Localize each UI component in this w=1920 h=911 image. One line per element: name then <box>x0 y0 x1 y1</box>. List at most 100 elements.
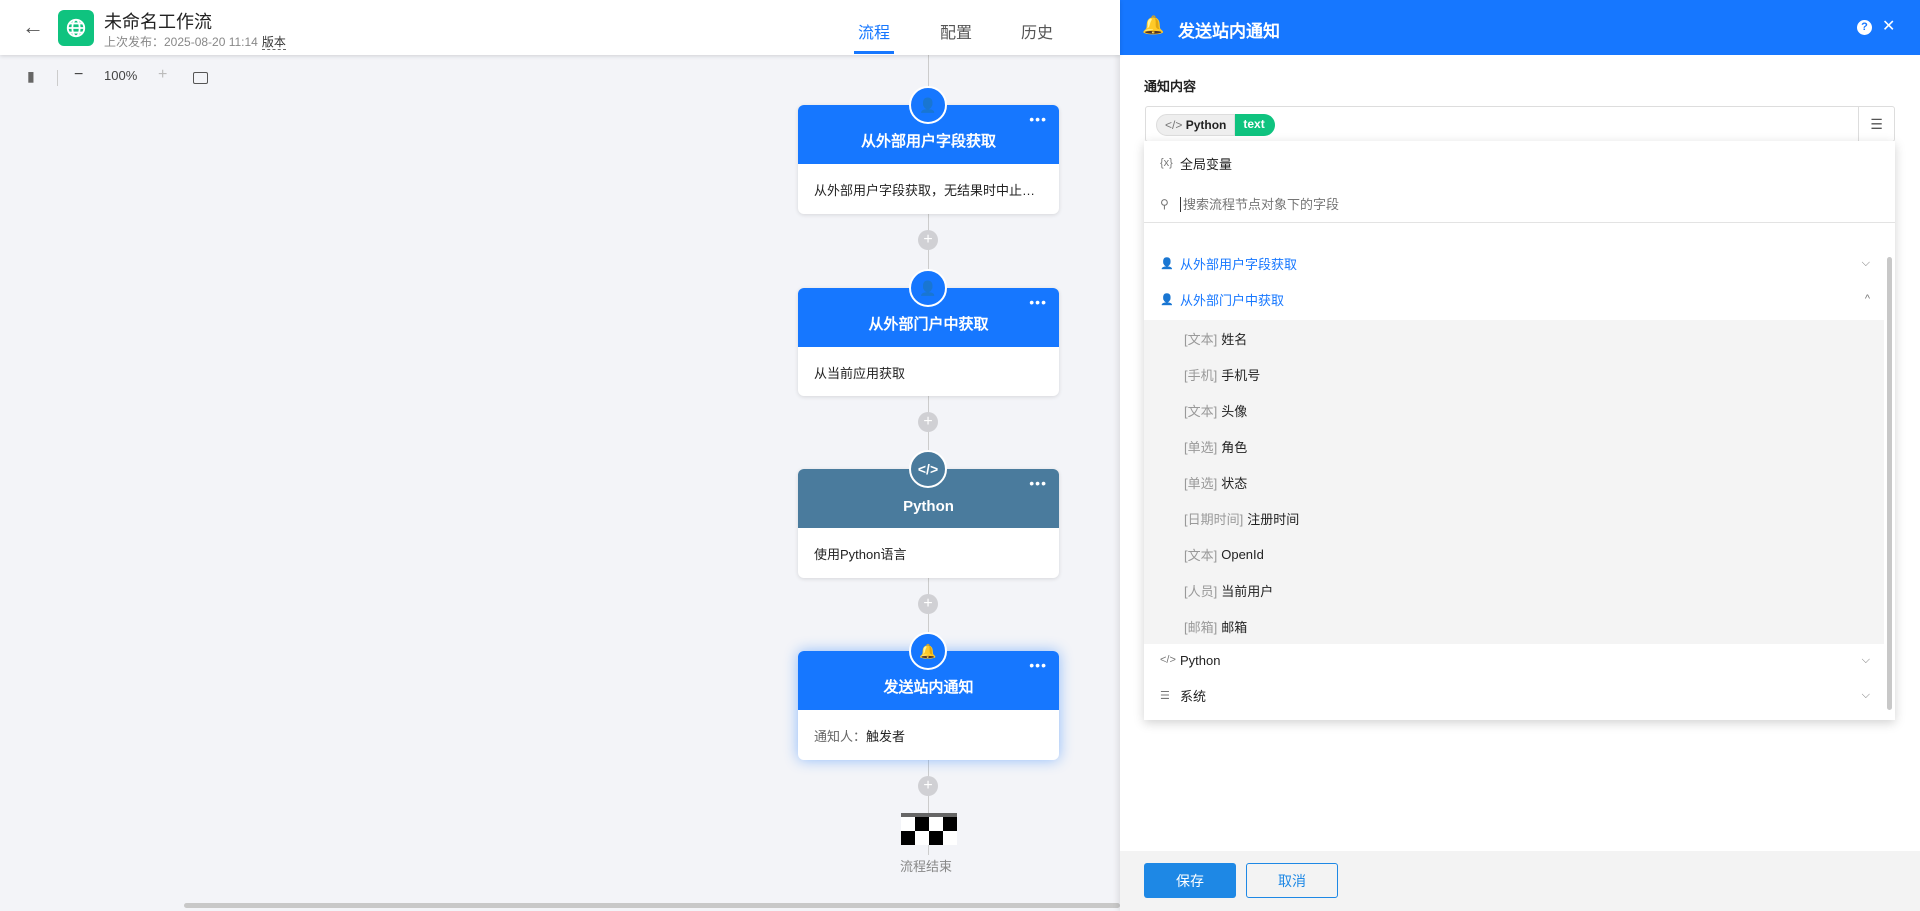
panel-header: 🔔 发送站内通知 ? ✕ <box>1120 0 1920 55</box>
field-type: [文本] <box>1184 403 1218 419</box>
help-icon[interactable]: ? <box>1857 20 1872 35</box>
field-type: [邮箱] <box>1184 619 1218 635</box>
tag-node: </> Python <box>1156 114 1236 136</box>
field-item[interactable]: [文本] OpenId <box>1144 536 1884 572</box>
tag-field: text <box>1235 114 1275 136</box>
field-item[interactable]: [邮箱] 邮箱 <box>1144 608 1884 644</box>
sliders-icon: ☰ <box>1160 689 1170 702</box>
end-label: 流程结束 <box>900 859 953 874</box>
add-node-button[interactable]: + <box>918 776 938 796</box>
field-type: [单选] <box>1184 439 1218 455</box>
version-link[interactable]: 版本 <box>261 35 286 50</box>
minimap-icon[interactable]: ▮ <box>27 68 35 85</box>
content-label: 通知内容 <box>1144 79 1197 94</box>
global-label: 全局变量 <box>1180 156 1233 172</box>
more-icon[interactable]: ••• <box>1029 111 1047 127</box>
field-name: 头像 <box>1221 403 1248 419</box>
zoom-level: 100% <box>104 68 138 83</box>
variable-dropdown: {x}全局变量 ⚲ 👤从外部用户字段获取⌵ 👤从外部门户中获取^ [文本]姓名[… <box>1144 141 1895 720</box>
divider <box>1144 222 1895 223</box>
horizontal-scrollbar[interactable] <box>184 903 1120 908</box>
bell-icon: 🔔 <box>909 632 947 670</box>
chevron-up-icon: ^ <box>1864 293 1870 305</box>
published-time: 上次发布：2025-08-20 11:14 <box>104 35 258 49</box>
vertical-scrollbar[interactable] <box>1887 257 1892 710</box>
field-type: [手机] <box>1184 367 1218 383</box>
insert-variable-icon[interactable]: ☰ <box>1858 107 1894 141</box>
group-external-user[interactable]: 👤 从外部用户字段获取 ⌵ <box>1144 245 1884 281</box>
field-name: 手机号 <box>1221 367 1261 383</box>
save-button[interactable]: 保存 <box>1144 863 1236 898</box>
chevron-down-icon: ⌵ <box>1861 653 1870 666</box>
field-type: [日期时间] <box>1184 511 1244 527</box>
field-item[interactable]: [日期时间] 注册时间 <box>1144 500 1884 536</box>
node-desc: 从当前应用获取 <box>814 366 906 381</box>
field-name: 角色 <box>1221 439 1248 455</box>
zoom-in-button[interactable]: + <box>158 66 167 84</box>
field-name: OpenId <box>1221 546 1264 562</box>
active-tab-indicator <box>854 51 894 54</box>
variable-tag[interactable]: </> Python text <box>1156 114 1275 136</box>
zoom-out-button[interactable]: − <box>74 66 83 84</box>
bell-icon: 🔔 <box>1142 15 1165 35</box>
desc-label: 通知人： <box>814 729 867 744</box>
tag-node-name: Python <box>1185 118 1227 132</box>
panel-title: 发送站内通知 <box>1178 22 1280 41</box>
group-python[interactable]: </> Python ⌵ <box>1144 642 1884 678</box>
workflow-title: 未命名工作流 <box>104 12 212 32</box>
tab-history[interactable]: 历史 <box>1021 19 1053 43</box>
variable-icon: {x} <box>1160 157 1173 169</box>
top-bar: ← 未命名工作流 上次发布：2025-08-20 11:14 版本 流程 配置 历… <box>0 0 1120 55</box>
search-input[interactable] <box>1180 196 1780 212</box>
node-config-panel: 🔔 发送站内通知 ? ✕ 通知内容 </> Python text ☰ {x} 全… <box>1120 0 1920 911</box>
group-label: 从外部用户字段获取 <box>1180 256 1298 272</box>
search-icon: ⚲ <box>1160 197 1169 211</box>
field-item[interactable]: [单选] 状态 <box>1144 464 1884 500</box>
user-link-icon: 👤 <box>909 86 947 124</box>
more-icon[interactable]: ••• <box>1029 657 1047 673</box>
node-desc: 从外部用户字段获取，无结果时中止… <box>814 183 1036 198</box>
globe-icon <box>58 10 94 46</box>
field-type: [单选] <box>1184 475 1218 491</box>
field-item[interactable]: [人员] 当前用户 <box>1144 572 1884 608</box>
last-published: 上次发布：2025-08-20 11:14 版本 <box>104 33 286 50</box>
more-icon[interactable]: ••• <box>1029 475 1047 491</box>
group-label: Python <box>1180 652 1221 668</box>
node-desc: 使用Python语言 <box>814 547 907 562</box>
more-icon[interactable]: ••• <box>1029 294 1047 310</box>
back-arrow-icon[interactable]: ← <box>22 14 44 40</box>
close-icon[interactable]: ✕ <box>1882 16 1895 36</box>
global-variables[interactable]: {x} 全局变量 <box>1144 145 1884 181</box>
search-field[interactable]: ⚲ <box>1144 186 1884 222</box>
panel-footer: 保存 取消 <box>1120 851 1920 911</box>
user-link-icon: 👤 <box>909 269 947 307</box>
field-item[interactable]: [文本] 头像 <box>1144 392 1884 428</box>
field-name: 当前用户 <box>1221 583 1274 599</box>
finish-flag-icon <box>901 813 957 845</box>
user-link-icon: 👤 <box>1160 257 1174 270</box>
code-icon: </> <box>909 450 947 488</box>
field-type: [文本] <box>1184 547 1218 563</box>
field-item[interactable]: [文本] 姓名 <box>1144 320 1884 356</box>
chevron-down-icon: ⌵ <box>1861 688 1870 701</box>
content-input[interactable]: </> Python text ☰ <box>1145 106 1895 142</box>
fit-view-icon[interactable] <box>193 72 208 84</box>
group-system[interactable]: ☰ 系统 ⌵ <box>1144 677 1884 713</box>
group-external-portal[interactable]: 👤 从外部门户中获取 ^ <box>1144 281 1884 317</box>
add-node-button[interactable]: + <box>918 594 938 614</box>
node-desc: 通知人：触发者 <box>798 710 1059 760</box>
field-type: [文本] <box>1184 331 1218 347</box>
add-node-button[interactable]: + <box>918 230 938 250</box>
field-item[interactable]: [手机] 手机号 <box>1144 356 1884 392</box>
field-type: [人员] <box>1184 583 1218 599</box>
add-node-button[interactable]: + <box>918 412 938 432</box>
group-label: 从外部门户中获取 <box>1180 292 1285 308</box>
tab-config[interactable]: 配置 <box>940 19 972 43</box>
cancel-button[interactable]: 取消 <box>1246 863 1338 898</box>
field-name: 邮箱 <box>1221 619 1248 635</box>
user-link-icon: 👤 <box>1160 293 1174 306</box>
field-item[interactable]: [单选] 角色 <box>1144 428 1884 464</box>
field-name: 状态 <box>1221 475 1248 491</box>
code-icon: </> <box>1160 654 1176 666</box>
tab-flow[interactable]: 流程 <box>858 19 890 43</box>
